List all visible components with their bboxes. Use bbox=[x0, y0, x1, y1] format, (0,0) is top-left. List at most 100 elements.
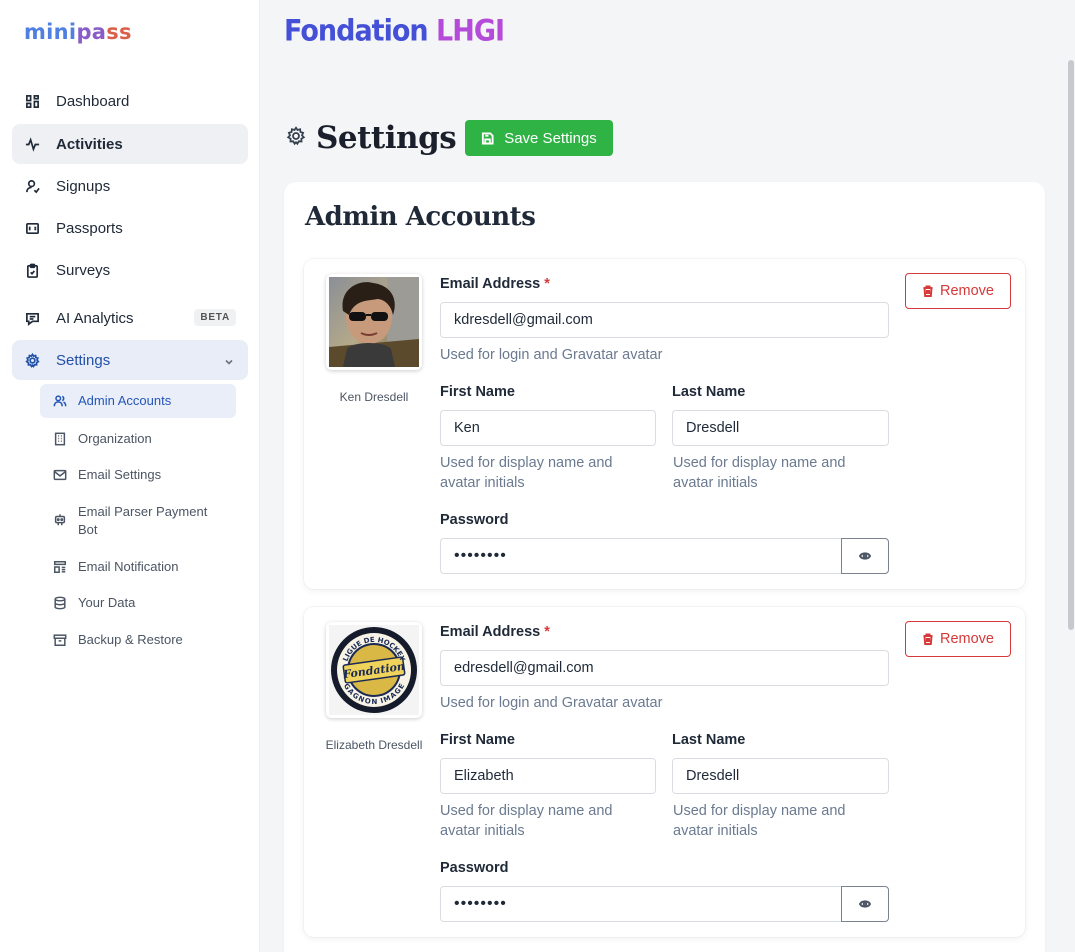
sidebar-item-label: Activities bbox=[56, 135, 123, 153]
email-hint: Used for login and Gravatar avatar bbox=[440, 347, 663, 363]
password-label: Password bbox=[440, 860, 509, 876]
avatar-name: Ken Dresdell bbox=[339, 390, 409, 404]
sidebar-item-surveys[interactable]: Surveys bbox=[12, 250, 248, 290]
email-field[interactable]: kdresdell@gmail.com bbox=[440, 302, 889, 338]
page-title: Settings bbox=[316, 120, 457, 156]
toggle-password-button[interactable] bbox=[841, 886, 889, 922]
last-name-field[interactable]: Dresdell bbox=[672, 410, 889, 446]
sidebar-item-signups[interactable]: Signups bbox=[12, 166, 248, 206]
remove-label: Remove bbox=[940, 631, 994, 647]
organization-title: Fondation LHGI bbox=[284, 14, 505, 49]
subnav-item-label: Your Data bbox=[78, 595, 136, 610]
subnav-item-label: Email Notification bbox=[78, 559, 179, 574]
admin-account-card: Ken Dresdell Email Address * kdresdell@g… bbox=[304, 259, 1025, 589]
subnav-item-backup-restore[interactable]: Backup & Restore bbox=[40, 631, 236, 649]
email-label-text: Email Address bbox=[440, 624, 541, 640]
first-name-field[interactable]: Elizabeth bbox=[440, 758, 656, 794]
last-name-label: Last Name bbox=[672, 732, 746, 748]
trash-icon bbox=[923, 285, 933, 297]
avatar bbox=[326, 274, 422, 370]
first-name-field[interactable]: Ken bbox=[440, 410, 656, 446]
logo-text-part1: mini bbox=[24, 20, 77, 44]
chat-icon bbox=[22, 311, 42, 326]
gear-icon bbox=[22, 352, 42, 368]
passport-icon bbox=[22, 221, 42, 236]
subnav-item-email-parser-payment-bot[interactable]: Email Parser Payment Bot bbox=[40, 503, 236, 539]
trash-icon bbox=[923, 633, 933, 645]
eye-icon bbox=[859, 552, 871, 560]
save-settings-label: Save Settings bbox=[504, 129, 597, 147]
minipass-logo[interactable]: minipass bbox=[24, 20, 132, 44]
dashboard-icon bbox=[22, 94, 42, 109]
sidebar-item-dashboard[interactable]: Dashboard bbox=[12, 81, 248, 121]
org-title-part1: Fondation bbox=[284, 14, 429, 49]
last-name-field[interactable]: Dresdell bbox=[672, 758, 889, 794]
archive-icon bbox=[52, 631, 68, 649]
remove-account-button[interactable]: Remove bbox=[905, 621, 1011, 657]
password-field[interactable]: •••••••• bbox=[440, 538, 841, 574]
password-group: •••••••• bbox=[440, 538, 889, 574]
first-name-hint: Used for display name and avatar initial… bbox=[440, 455, 613, 491]
password-label: Password bbox=[440, 512, 509, 528]
sidebar: minipass Dashboard Activities Signups Pa… bbox=[0, 0, 260, 952]
logo-text-part3: ss bbox=[106, 20, 132, 44]
admin-accounts-card: Admin Accounts Ken Dresdell Email Addres… bbox=[284, 182, 1045, 952]
org-title-part2: LHGI bbox=[436, 14, 505, 49]
remove-label: Remove bbox=[940, 283, 994, 299]
page-scrollbar[interactable] bbox=[1067, 60, 1075, 952]
sidebar-item-ai-analytics[interactable]: AI Analytics BETA bbox=[12, 298, 248, 338]
sidebar-item-label: Dashboard bbox=[56, 92, 130, 110]
sidebar-item-label: Settings bbox=[56, 351, 111, 369]
remove-account-button[interactable]: Remove bbox=[905, 273, 1011, 309]
admin-account-card: Fondation LIGUE DE HOCKEY GAGNON IMAGE E… bbox=[304, 607, 1025, 937]
page-header: Settings Save Settings bbox=[286, 120, 613, 156]
clipboard-icon bbox=[22, 263, 42, 278]
mail-icon bbox=[52, 466, 68, 484]
subnav-item-label: Email Settings bbox=[78, 467, 162, 482]
last-name-hint: Used for display name and avatar initial… bbox=[673, 803, 846, 839]
avatar-photo bbox=[329, 277, 419, 367]
sidebar-item-label: Surveys bbox=[56, 261, 111, 279]
subnav-item-email-settings[interactable]: Email Settings bbox=[40, 466, 236, 484]
robot-icon bbox=[52, 511, 68, 529]
email-hint: Used for login and Gravatar avatar bbox=[440, 695, 663, 711]
sidebar-item-label: Signups bbox=[56, 177, 111, 195]
template-icon bbox=[52, 558, 68, 576]
logo-text-part2: pa bbox=[76, 20, 107, 44]
avatar-name: Elizabeth Dresdell bbox=[325, 738, 423, 752]
subnav-item-organization[interactable]: Organization bbox=[40, 430, 236, 448]
first-name-label: First Name bbox=[440, 732, 515, 748]
settings-gear-icon bbox=[286, 125, 306, 151]
email-field[interactable]: edresdell@gmail.com bbox=[440, 650, 889, 686]
scrollbar-thumb[interactable] bbox=[1068, 60, 1074, 630]
section-title: Admin Accounts bbox=[305, 202, 536, 232]
eye-icon bbox=[859, 900, 871, 908]
toggle-password-button[interactable] bbox=[841, 538, 889, 574]
sidebar-item-label: AI Analytics bbox=[56, 309, 134, 327]
save-settings-button[interactable]: Save Settings bbox=[465, 120, 613, 156]
avatar: Fondation LIGUE DE HOCKEY GAGNON IMAGE bbox=[326, 622, 422, 718]
users-icon bbox=[52, 392, 68, 410]
beta-badge: BETA bbox=[194, 309, 236, 326]
first-name-hint: Used for display name and avatar initial… bbox=[440, 803, 613, 839]
email-label-text: Email Address bbox=[440, 276, 541, 292]
subnav-item-label: Organization bbox=[78, 431, 152, 446]
password-field[interactable]: •••••••• bbox=[440, 886, 841, 922]
sidebar-item-passports[interactable]: Passports bbox=[12, 208, 248, 248]
last-name-label: Last Name bbox=[672, 384, 746, 400]
activity-icon bbox=[22, 136, 42, 152]
required-mark: * bbox=[544, 624, 550, 640]
sidebar-item-settings[interactable]: Settings bbox=[12, 340, 248, 380]
subnav-item-your-data[interactable]: Your Data bbox=[40, 594, 236, 612]
sidebar-item-label: Passports bbox=[56, 219, 123, 237]
subnav-item-label: Email Parser Payment Bot bbox=[78, 504, 208, 537]
first-name-label: First Name bbox=[440, 384, 515, 400]
subnav-item-email-notification[interactable]: Email Notification bbox=[40, 558, 236, 576]
subnav-item-admin-accounts[interactable]: Admin Accounts bbox=[40, 384, 236, 418]
chevron-down-icon bbox=[224, 354, 234, 371]
last-name-hint: Used for display name and avatar initial… bbox=[673, 455, 846, 491]
sidebar-item-activities[interactable]: Activities bbox=[12, 124, 248, 164]
required-mark: * bbox=[544, 276, 550, 292]
subnav-item-label: Admin Accounts bbox=[78, 393, 172, 408]
email-label: Email Address * bbox=[440, 624, 550, 640]
